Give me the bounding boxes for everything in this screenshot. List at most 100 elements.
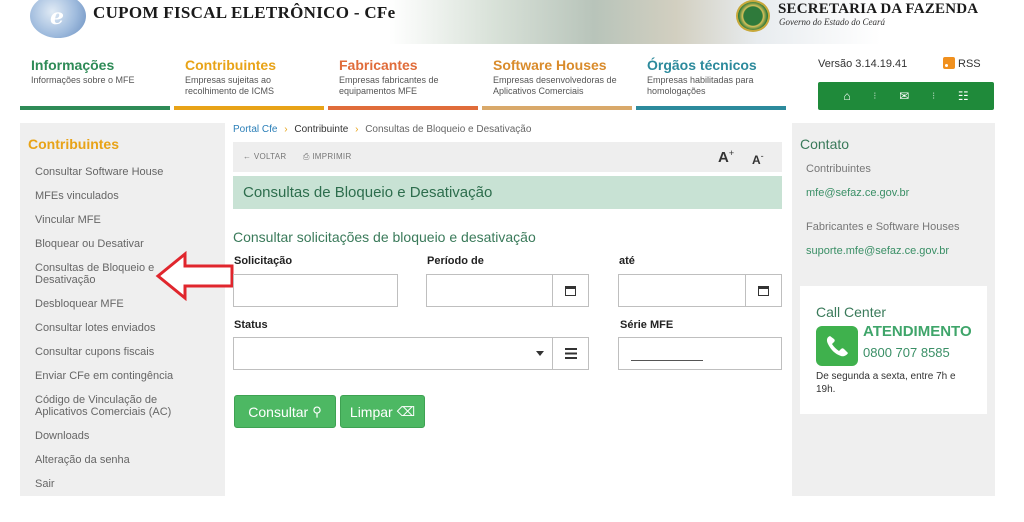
page-title: Consultas de Bloqueio e Desativação xyxy=(233,176,782,209)
font-decrease-button[interactable]: A- xyxy=(752,151,764,167)
call-center-title: Call Center xyxy=(816,304,887,320)
nav-color-bar xyxy=(174,106,324,110)
solicitacao-label: Solicitação xyxy=(234,255,293,267)
periodo-ate-input[interactable] xyxy=(618,274,782,307)
nav-color-bar xyxy=(482,106,632,110)
fabricantes-label: Fabricantes e Software Houses xyxy=(806,221,960,233)
periodo-de-input[interactable] xyxy=(426,274,589,307)
cfe-logo: e xyxy=(30,0,86,38)
call-center-hours: De segunda a sexta, entre 7h e 19h. xyxy=(816,371,956,395)
sitemap-icon[interactable]: ☷ xyxy=(958,89,969,103)
sidebar-item-mfes-vinculados[interactable]: MFEs vinculados xyxy=(20,190,225,202)
contato-title: Contato xyxy=(800,136,850,152)
font-increase-sign: + xyxy=(728,148,735,158)
ate-label: até xyxy=(619,255,635,267)
sidebar-item-consultar-cupons[interactable]: Consultar cupons fiscais xyxy=(20,346,225,358)
printer-icon: ⎙ xyxy=(303,152,313,161)
nav-color-bar xyxy=(636,106,786,110)
search-icon: ⚲ xyxy=(312,403,322,419)
breadcrumb-separator: › xyxy=(284,124,288,135)
limpar-button[interactable]: Limpar ⌫ xyxy=(340,395,425,428)
separator: ⁝ xyxy=(931,90,936,102)
fabricantes-email-link[interactable]: suporte.mfe@sefaz.ce.gov.br xyxy=(806,245,949,257)
rss-link[interactable]: RSS xyxy=(943,57,981,70)
home-icon[interactable]: ⌂ xyxy=(843,89,850,103)
status-list-button[interactable] xyxy=(552,338,588,369)
contribuintes-email-link[interactable]: mfe@sefaz.ce.gov.br xyxy=(806,187,909,199)
nav-item-software-houses[interactable]: Software Houses Empresas desenvolvedoras… xyxy=(482,50,632,110)
sidebar-item-bloquear-desativar[interactable]: Bloquear ou Desativar xyxy=(20,238,225,250)
nav-color-bar xyxy=(328,106,478,110)
sidebar-item-consultar-software-house[interactable]: Consultar Software House xyxy=(20,166,225,178)
periodo-label: Período de xyxy=(427,255,484,267)
solicitacao-input[interactable] xyxy=(233,274,398,307)
nav-desc: Empresas sujeitas ao recolhimento de ICM… xyxy=(185,75,275,96)
consultar-button[interactable]: Consultar ⚲ xyxy=(234,395,336,428)
breadcrumb-contribuinte[interactable]: Contribuinte xyxy=(294,124,348,135)
limpar-label: Limpar xyxy=(349,403,393,420)
nav-title: Contribuintes xyxy=(185,57,276,73)
status-select[interactable] xyxy=(233,337,589,370)
serie-mfe-label: Série MFE xyxy=(620,319,674,331)
consultar-label: Consultar xyxy=(248,403,309,420)
serie-mfe-input[interactable] xyxy=(618,337,782,370)
sidebar-item-sair[interactable]: Sair xyxy=(20,478,225,490)
page: { "header": { "title": "CUPOM FISCAL ELE… xyxy=(0,0,1024,522)
font-decrease-label: A xyxy=(752,153,761,167)
rss-label: RSS xyxy=(958,58,981,70)
imprimir-button[interactable]: ⎙ IMPRIMIR xyxy=(303,152,352,162)
font-increase-label: A xyxy=(718,149,729,166)
quick-links-bar: ⌂ ⁝ ✉ ⁝ ☷ xyxy=(818,82,994,110)
voltar-label: VOLTAR xyxy=(253,152,287,161)
calendar-button[interactable] xyxy=(552,275,588,306)
nav-item-contribuintes[interactable]: Contribuintes Empresas sujeitas ao recol… xyxy=(174,50,324,110)
contribuintes-label: Contribuintes xyxy=(806,163,871,175)
font-decrease-sign: - xyxy=(760,151,764,161)
nav-title: Software Houses xyxy=(493,57,607,73)
nav-item-informacoes[interactable]: Informações Informações sobre o MFE xyxy=(20,50,170,110)
nav-item-orgaos-tecnicos[interactable]: Órgãos técnicos Empresas habilitadas par… xyxy=(636,50,786,110)
eraser-icon: ⌫ xyxy=(396,403,416,419)
sidebar-title: Contribuintes xyxy=(28,136,119,152)
phone-icon xyxy=(816,326,858,366)
sidebar-item-consultas-bloqueio[interactable]: Consultas de Bloqueio e Desativação xyxy=(20,262,155,286)
governo-subtitle: Governo do Estado do Ceará xyxy=(779,17,885,27)
page-toolbar: ← VOLTAR ⎙ IMPRIMIR A+ A- xyxy=(233,142,782,172)
ceara-seal-icon xyxy=(736,0,770,32)
status-label: Status xyxy=(234,319,268,331)
breadcrumb-home-link[interactable]: Portal Cfe xyxy=(233,124,277,135)
imprimir-label: IMPRIMIR xyxy=(312,152,352,161)
calendar-button[interactable] xyxy=(745,275,781,306)
nav-item-fabricantes[interactable]: Fabricantes Empresas fabricantes de equi… xyxy=(328,50,478,110)
calendar-icon xyxy=(758,285,769,296)
sidebar-item-codigo-vinculacao[interactable]: Código de Vinculação de Aplicativos Come… xyxy=(20,394,205,418)
red-arrow-annotation xyxy=(155,251,234,301)
form-subtitle: Consultar solicitações de bloqueio e des… xyxy=(233,229,536,245)
nav-title: Órgãos técnicos xyxy=(647,57,757,73)
top-banner: e CUPOM FISCAL ELETRÔNICO - CFe SECRETAR… xyxy=(0,0,1024,44)
sidebar-item-vincular-mfe[interactable]: Vincular MFE xyxy=(20,214,225,226)
secretaria-title: SECRETARIA DA FAZENDA xyxy=(778,1,979,17)
separator: ⁝ xyxy=(873,90,877,102)
sidebar-item-consultar-lotes[interactable]: Consultar lotes enviados xyxy=(20,322,225,334)
atendimento-label: ATENDIMENTO xyxy=(863,323,972,340)
calendar-icon xyxy=(565,285,576,296)
version-label: Versão 3.14.19.41 xyxy=(818,58,908,70)
call-center-phone: 0800 707 8585 xyxy=(863,345,950,360)
nav-desc: Empresas desenvolvedoras de Aplicativos … xyxy=(493,75,617,96)
font-increase-button[interactable]: A+ xyxy=(718,148,734,166)
breadcrumb: Portal Cfe › Contribuinte › Consultas de… xyxy=(233,124,531,135)
sidebar-item-alteracao-senha[interactable]: Alteração da senha xyxy=(20,454,225,466)
call-center-box: Call Center ATENDIMENTO 0800 707 8585 De… xyxy=(800,286,987,414)
sidebar-item-enviar-cfe[interactable]: Enviar CFe em contingência xyxy=(20,370,225,382)
voltar-button[interactable]: ← VOLTAR xyxy=(243,152,286,161)
list-icon xyxy=(564,348,577,359)
nav-color-bar xyxy=(20,106,170,110)
mail-icon[interactable]: ✉ xyxy=(899,89,909,103)
rss-icon xyxy=(943,57,955,69)
main-nav: Informações Informações sobre o MFE Cont… xyxy=(20,50,790,110)
nav-desc: Empresas habilitadas para homologações xyxy=(647,75,754,96)
nav-desc: Informações sobre o MFE xyxy=(31,75,135,85)
sidebar: Contribuintes Consultar Software House M… xyxy=(20,123,225,496)
sidebar-item-downloads[interactable]: Downloads xyxy=(20,430,225,442)
